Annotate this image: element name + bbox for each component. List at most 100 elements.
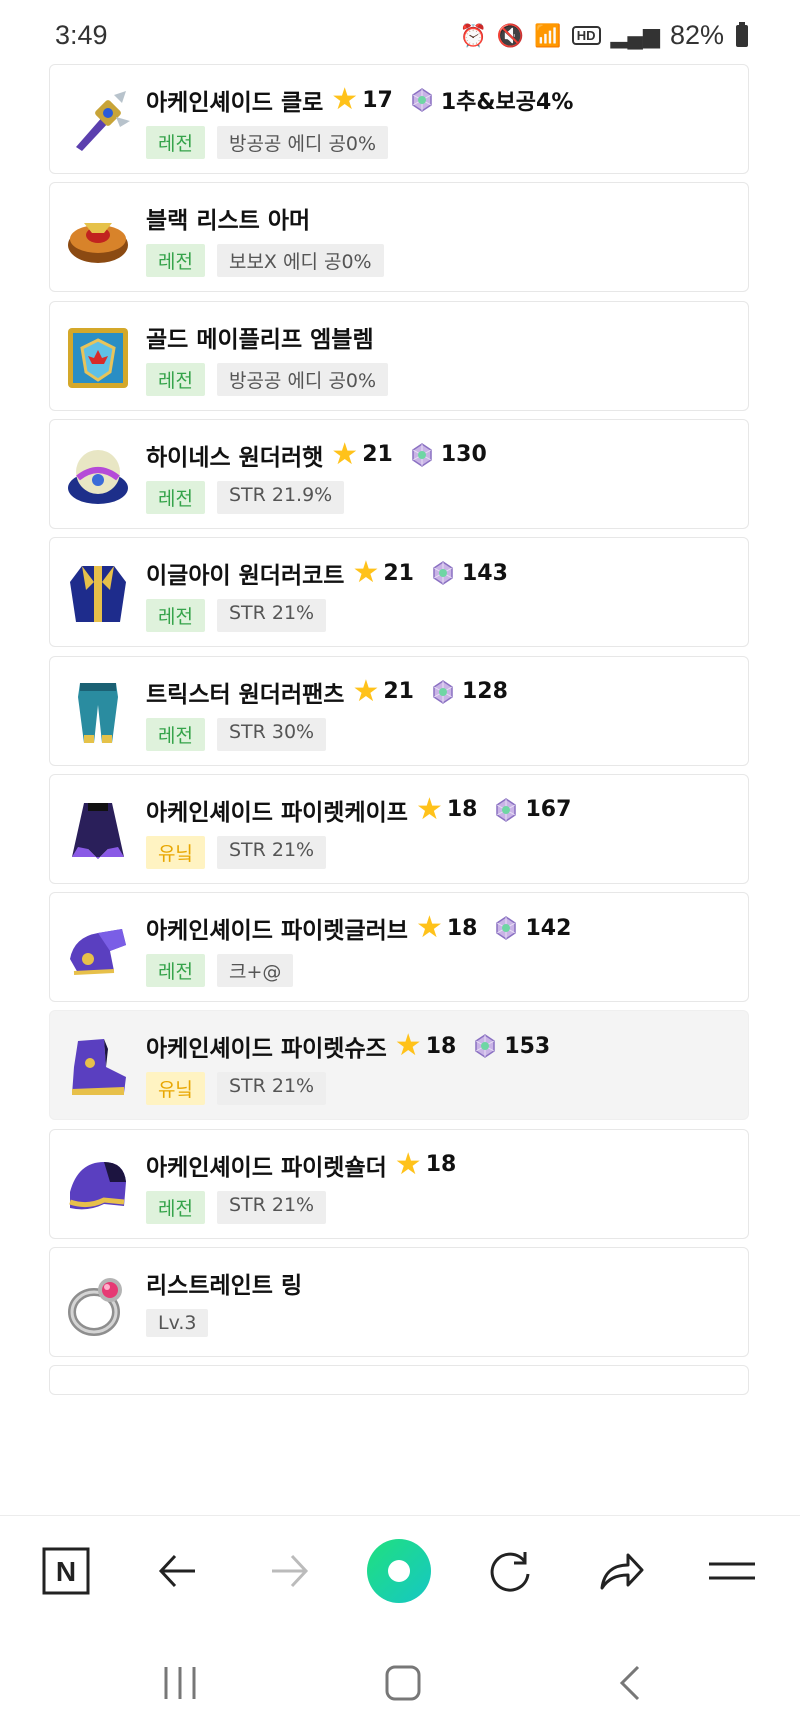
star-icon: ★	[394, 1146, 422, 1182]
item-name-row: 아케인셰이드 파이렛케이프 ★ 18 167	[146, 793, 571, 827]
menu-icon[interactable]	[699, 1538, 765, 1604]
arcane-cape-icon	[64, 797, 132, 865]
item-name: 아케인셰이드 파이렛슈즈	[146, 1036, 387, 1063]
item-card[interactable]: 리스트레인트 링 Lv.3	[49, 1247, 749, 1357]
item-name: 블랙 리스트 아머	[146, 208, 311, 235]
battery-percent: 82%	[669, 20, 724, 50]
cube-gem-icon	[393, 87, 435, 113]
potential-grade-badge: 레전	[146, 1190, 205, 1224]
additional-option-value: 142	[525, 915, 572, 941]
item-name-row: 하이네스 원더러햇 ★ 21 130	[146, 438, 487, 472]
item-tags: 레전 보보X 에디 공0%	[146, 244, 384, 278]
additional-option-value: 153	[504, 1033, 551, 1059]
alarm-icon: ⏰	[459, 22, 487, 48]
item-tags: Lv.3	[146, 1309, 209, 1337]
item-name-row: 리스트레인트 링	[146, 1266, 302, 1300]
status-bar: 3:49 ⏰ 🔇 📶 HD ▂▄▆ 82%	[0, 0, 800, 66]
item-name: 하이네스 원더러햇	[146, 444, 324, 471]
eagleeye-coat-icon	[64, 560, 132, 628]
item-name-row: 아케인셰이드 파이렛숄더 ★ 18	[146, 1148, 456, 1182]
cube-gem-icon	[393, 442, 435, 468]
cube-gem-icon	[414, 560, 456, 586]
potential-option-tag: STR 21.9%	[216, 480, 345, 514]
item-card[interactable]: 아케인셰이드 파이렛숄더 ★ 18 레전 STR 21%	[49, 1128, 749, 1239]
potential-option-tag: 크+@	[216, 954, 294, 988]
recent-apps-icon[interactable]	[150, 1653, 210, 1713]
item-card[interactable]: 아케인셰이드 클로 ★ 17 1추&보공4% 레전 방공공 에디 공0%	[49, 64, 749, 174]
potential-grade-badge: 레전	[146, 717, 205, 751]
potential-option-tag: 방공공 에디 공0%	[216, 362, 389, 396]
item-name: 골드 메이플리프 엠블렘	[146, 326, 374, 353]
item-name-row: 아케인셰이드 클로 ★ 17 1추&보공4%	[146, 83, 573, 117]
item-name-row: 트릭스터 원더러팬츠 ★ 21 128	[146, 675, 508, 709]
arcane-claw-icon	[64, 87, 132, 155]
item-card[interactable]: 하이네스 원더러햇 ★ 21 130 레전 STR 21.9%	[49, 418, 749, 529]
item-card[interactable]: 아케인셰이드 파이렛글러브 ★ 18 142 레전 크+@	[49, 892, 749, 1003]
item-card[interactable]: 블랙 리스트 아머레전 보보X 에디 공0%	[49, 182, 749, 293]
blacklist-armor-icon	[64, 205, 132, 273]
trickster-pants-icon	[64, 679, 132, 747]
item-tags: 레전 STR 30%	[146, 717, 327, 751]
share-icon[interactable]	[588, 1538, 654, 1604]
svg-text:N: N	[56, 1556, 76, 1587]
refresh-icon[interactable]	[477, 1538, 543, 1604]
arcane-glove-icon	[64, 915, 132, 983]
forward-arrow-icon[interactable]	[256, 1538, 322, 1604]
item-name: 트릭스터 원더러팬츠	[146, 681, 345, 708]
green-dot-icon[interactable]	[366, 1538, 432, 1604]
cube-gem-icon	[456, 1033, 498, 1059]
item-name: 아케인셰이드 클로	[146, 90, 324, 116]
item-tags: 레전 방공공 에디 공0%	[146, 126, 389, 159]
potential-grade-badge: 레전	[146, 480, 205, 514]
potential-option-tag: STR 21%	[216, 599, 327, 633]
star-icon: ★	[352, 673, 380, 709]
item-name-row: 이글아이 원더러코트 ★ 21 143	[146, 556, 508, 590]
cube-gem-icon	[477, 915, 519, 941]
back-icon[interactable]	[600, 1653, 660, 1713]
back-arrow-icon[interactable]	[145, 1538, 211, 1604]
item-card[interactable]: 아케인셰이드 파이렛케이프 ★ 18 167 유닠 STR 21%	[49, 773, 749, 884]
item-card[interactable]: 아케인셰이드 파이렛슈즈 ★ 18 153 유닠 STR 21%	[49, 1010, 749, 1121]
potential-option-tag: STR 30%	[216, 717, 327, 751]
potential-grade-badge: 레전	[146, 362, 205, 396]
star-force-value: 21	[383, 560, 414, 586]
item-name: 리스트레인트 링	[146, 1273, 303, 1299]
item-name-row: 아케인셰이드 파이렛글러브 ★ 18 142	[146, 911, 571, 945]
arcane-shoulder-icon	[64, 1152, 132, 1220]
star-force-value: 21	[362, 442, 393, 468]
naver-home-icon[interactable]: N	[33, 1538, 99, 1604]
potential-option-tag: 방공공 에디 공0%	[216, 126, 389, 159]
potential-grade-badge: 유닠	[146, 1072, 205, 1106]
potential-grade-badge: 레전	[146, 126, 205, 159]
item-tags: 레전 STR 21.9%	[146, 480, 345, 514]
item-name: 이글아이 원더러코트	[146, 563, 345, 590]
additional-option-value: 1추&보공4%	[440, 90, 574, 115]
item-card[interactable]	[49, 1365, 749, 1396]
additional-option-value: 130	[440, 442, 487, 468]
item-name-row: 아케인셰이드 파이렛슈즈 ★ 18 153	[146, 1029, 550, 1063]
item-card[interactable]: 이글아이 원더러코트 ★ 21 143 레전 STR 21%	[49, 537, 749, 648]
system-nav-bar	[0, 1625, 800, 1733]
home-icon[interactable]	[373, 1653, 433, 1713]
star-force-value: 18	[425, 1152, 457, 1178]
item-card[interactable]: 트릭스터 원더러팬츠 ★ 21 128 레전 STR 30%	[49, 655, 749, 766]
potential-grade-badge: 유닠	[146, 835, 205, 869]
star-icon: ★	[352, 555, 380, 591]
arcane-shoes-icon	[64, 1033, 132, 1101]
item-tags: 레전 STR 21%	[146, 1190, 327, 1224]
star-icon: ★	[415, 910, 443, 946]
signal-icon: ▂▄▆	[610, 22, 660, 48]
star-force-value: 21	[383, 679, 414, 704]
potential-grade-badge: 레전	[146, 244, 205, 278]
browser-toolbar: N	[0, 1515, 800, 1626]
item-name: 아케인셰이드 파이렛케이프	[146, 799, 408, 826]
potential-grade-badge: 레전	[146, 599, 205, 633]
item-name: 아케인셰이드 파이렛숄더	[146, 1154, 387, 1181]
additional-option-value: 128	[461, 679, 508, 704]
star-icon: ★	[415, 791, 443, 827]
item-card[interactable]: 골드 메이플리프 엠블렘레전 방공공 에디 공0%	[49, 300, 749, 411]
status-time: 3:49	[55, 20, 108, 50]
star-force-value: 18	[446, 797, 478, 823]
item-name-row: 골드 메이플리프 엠블렘	[146, 320, 374, 354]
star-force-value: 17	[362, 87, 393, 113]
